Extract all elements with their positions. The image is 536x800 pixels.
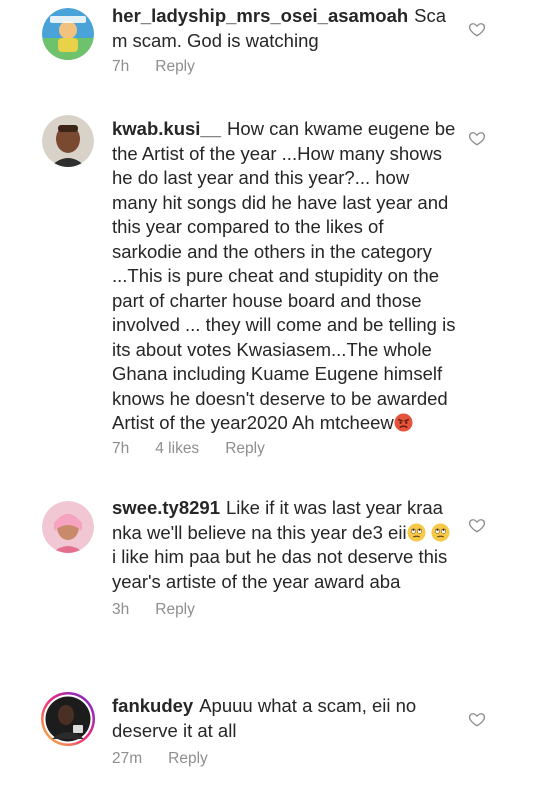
avatar-story-ring[interactable] xyxy=(40,691,96,747)
comment-time: 3h xyxy=(112,601,130,618)
angry-face-icon xyxy=(394,413,413,432)
heart-icon[interactable] xyxy=(468,710,486,728)
comment-text: her_ladyship_mrs_osei_asamoah Scam scam. … xyxy=(112,4,457,53)
comment-meta: 7h Reply xyxy=(112,58,195,76)
comment-text: fankudey Apuuu what a scam, eii no deserv… xyxy=(112,694,457,743)
eye-roll-face-icon xyxy=(407,522,426,542)
comment-username[interactable]: kwab.kusi__ xyxy=(112,118,221,139)
heart-icon[interactable] xyxy=(468,516,486,534)
heart-icon[interactable] xyxy=(468,20,486,38)
reply-button[interactable]: Reply xyxy=(225,440,265,458)
reply-button[interactable]: Reply xyxy=(155,601,195,619)
reply-button[interactable]: Reply xyxy=(168,750,208,768)
comment-text: swee.ty8291 Like if it was last year kraa… xyxy=(112,496,457,594)
eye-roll-face-icon xyxy=(431,522,450,542)
comment-meta: 27m Reply xyxy=(112,750,208,768)
comment-username[interactable]: fankudey xyxy=(112,695,193,716)
likes-count[interactable]: 4 likes xyxy=(155,440,199,458)
comment-meta: 7h 4 likes Reply xyxy=(112,440,265,458)
reply-button[interactable]: Reply xyxy=(155,58,195,76)
comment-time: 7h xyxy=(112,58,130,75)
avatar[interactable] xyxy=(42,8,94,60)
comment-body: How can kwame eugene be the Artist of th… xyxy=(112,118,456,433)
comment-body-continued: i like him paa but he das not deserve th… xyxy=(112,546,448,592)
comment-username[interactable]: her_ladyship_mrs_osei_asamoah xyxy=(112,5,408,26)
comment-meta: 3h Reply xyxy=(112,601,195,619)
comment-time: 7h xyxy=(112,440,130,457)
comment-text: kwab.kusi__ How can kwame eugene be the A… xyxy=(112,117,457,436)
comment-time: 27m xyxy=(112,750,143,767)
avatar[interactable] xyxy=(42,501,94,553)
comment-username[interactable]: swee.ty8291 xyxy=(112,497,220,518)
avatar[interactable] xyxy=(42,115,94,167)
heart-icon[interactable] xyxy=(468,129,486,147)
